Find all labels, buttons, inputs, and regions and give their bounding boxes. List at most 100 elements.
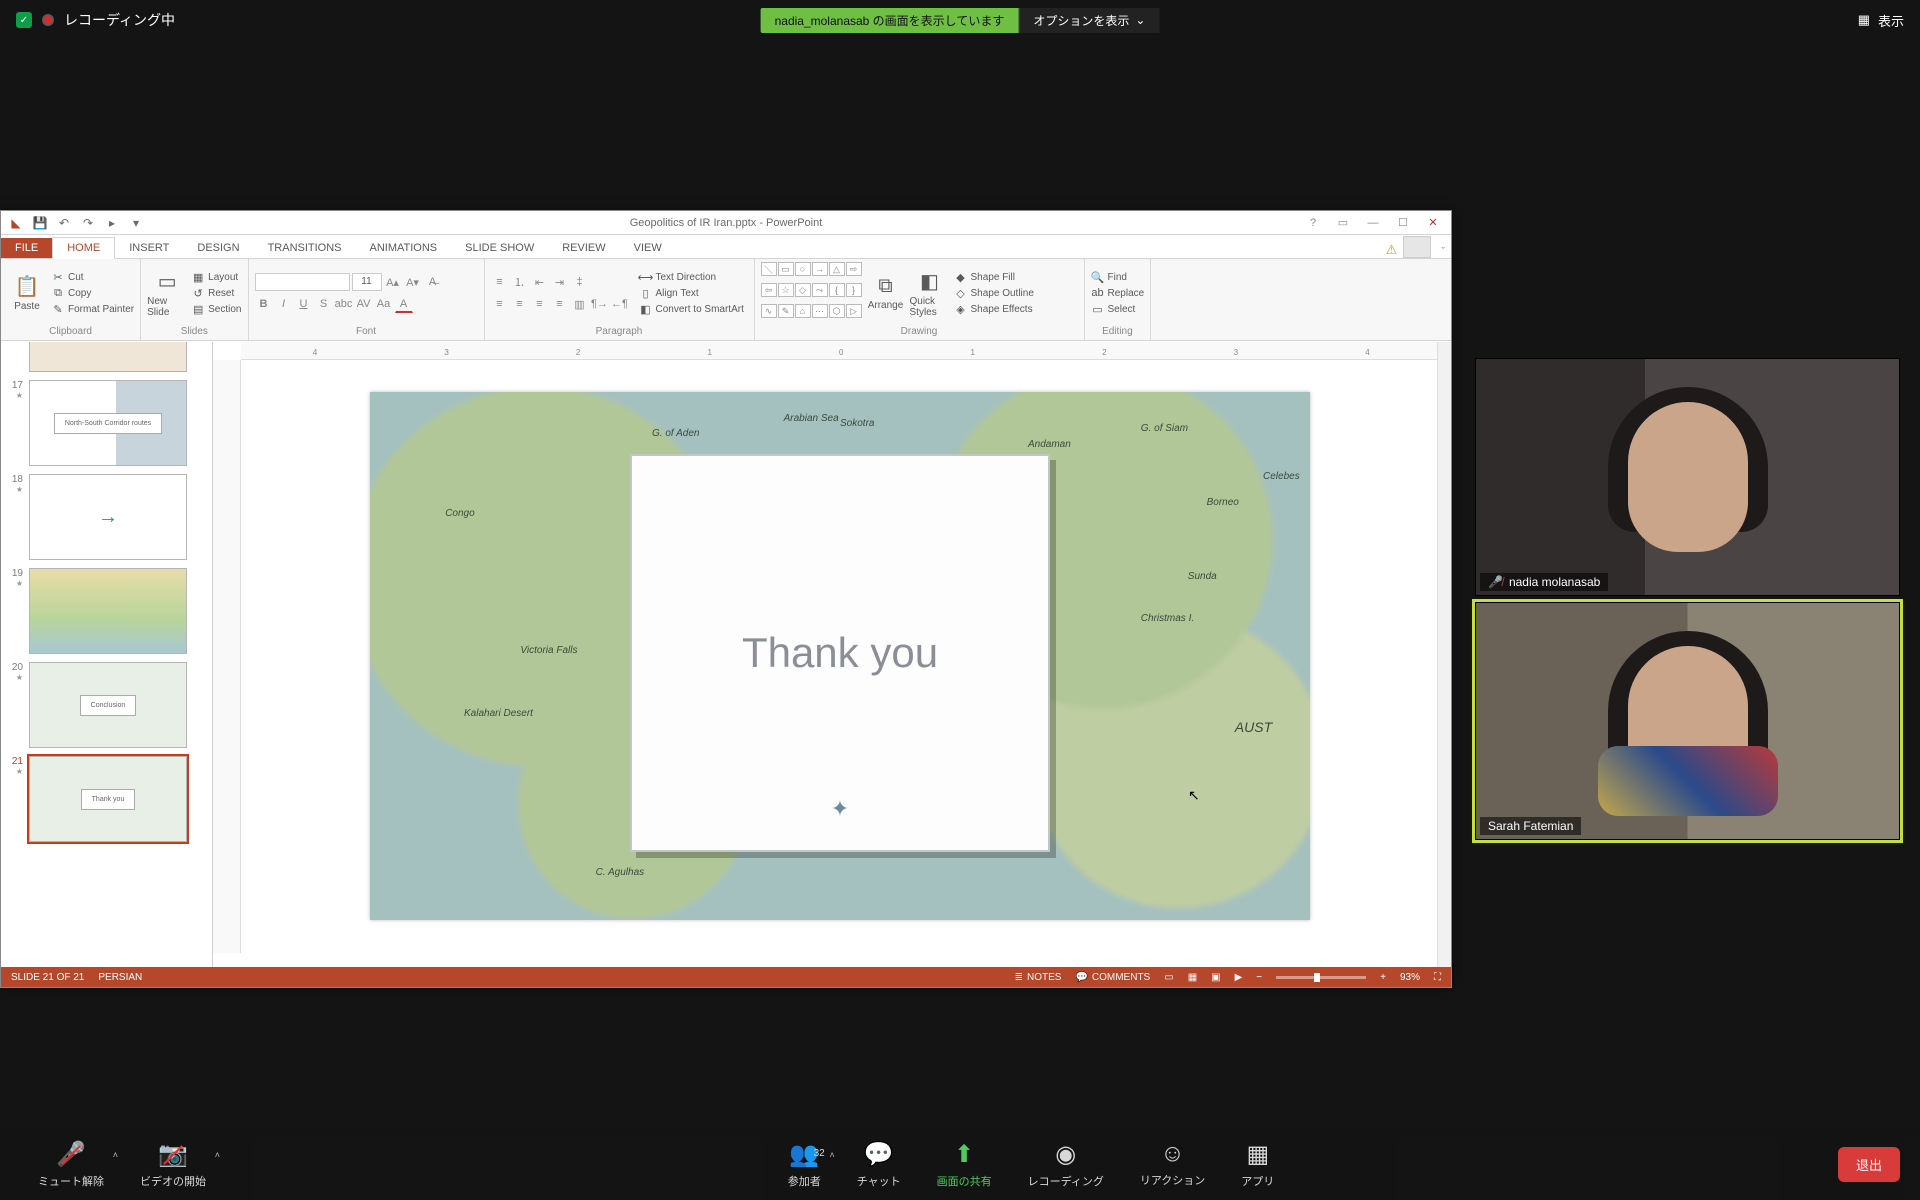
save-icon[interactable]: 💾 [31, 214, 49, 232]
bullets-button[interactable]: ≡ [491, 273, 509, 291]
minimize-icon[interactable]: — [1359, 214, 1387, 232]
help-icon[interactable]: ? [1299, 214, 1327, 232]
apps-button[interactable]: ▦ アプリ [1223, 1140, 1292, 1189]
tab-insert[interactable]: INSERT [115, 238, 183, 258]
shape-diamond-icon[interactable]: ◇ [795, 283, 811, 297]
increase-indent-button[interactable]: ⇥ [551, 273, 569, 291]
shape-star-icon[interactable]: ☆ [778, 283, 794, 297]
slide-thumb-20[interactable]: 20★ Conclusion [7, 662, 206, 748]
bold-button[interactable]: B [255, 295, 273, 313]
select-button[interactable]: ▭Select [1091, 302, 1145, 316]
format-painter-button[interactable]: ✎Format Painter [51, 302, 134, 316]
shape-outline-button[interactable]: ◇Shape Outline [954, 286, 1034, 300]
shape-larrow-icon[interactable]: ⇦ [761, 283, 777, 297]
redo-icon[interactable]: ↷ [79, 214, 97, 232]
justify-button[interactable]: ≡ [551, 295, 569, 313]
video-tile-1[interactable]: 🎤̸ nadia molanasab [1475, 358, 1900, 596]
tab-review[interactable]: REVIEW [548, 238, 619, 258]
zoom-out-button[interactable]: − [1256, 972, 1262, 983]
participants-caret-icon[interactable]: ˄ [829, 1150, 834, 1160]
tab-transitions[interactable]: TRANSITIONS [254, 238, 356, 258]
shape-freeform-icon[interactable]: ✎ [778, 304, 794, 318]
italic-button[interactable]: I [275, 295, 293, 313]
tab-slideshow[interactable]: SLIDE SHOW [451, 238, 548, 258]
zoom-percent[interactable]: 93% [1400, 972, 1420, 983]
encryption-shield-icon[interactable]: ✓ [16, 12, 32, 28]
tab-home[interactable]: HOME [52, 237, 115, 259]
reset-button[interactable]: ↺Reset [191, 286, 241, 300]
ribbon-options-icon[interactable]: ▭ [1329, 214, 1357, 232]
start-from-beginning-icon[interactable]: ▸ [103, 214, 121, 232]
convert-smartart-button[interactable]: ◧Convert to SmartArt [639, 302, 744, 316]
copy-button[interactable]: ⧉Copy [51, 286, 134, 300]
replace-button[interactable]: abReplace [1091, 286, 1145, 300]
section-button[interactable]: ▤Section [191, 302, 241, 316]
zoom-in-button[interactable]: + [1380, 972, 1386, 983]
clear-formatting-icon[interactable]: A̶ [424, 273, 442, 291]
reactions-button[interactable]: ☺ リアクション [1122, 1140, 1223, 1188]
account-avatar[interactable] [1403, 236, 1431, 258]
quick-styles-button[interactable]: ◧Quick Styles [910, 262, 950, 324]
slide-thumb-partial[interactable] [29, 342, 187, 372]
new-slide-button[interactable]: ▭ New Slide [147, 262, 187, 324]
shape-conn-icon[interactable]: ⤳ [812, 283, 828, 297]
comments-button[interactable]: 💬COMMENTS [1075, 972, 1150, 983]
text-direction-rtl-button[interactable]: ←¶ [611, 295, 629, 313]
arrange-button[interactable]: ⧉Arrange [866, 262, 906, 324]
tab-file[interactable]: FILE [1, 238, 52, 258]
paste-button[interactable]: 📋 Paste [7, 262, 47, 324]
normal-view-button[interactable]: ▭ [1164, 972, 1173, 983]
shape-callout-icon[interactable]: ⌂ [795, 304, 811, 318]
find-button[interactable]: 🔍Find [1091, 270, 1145, 284]
slide-thumb-18[interactable]: 18★ → [7, 474, 206, 560]
change-case-button[interactable]: Aa [375, 295, 393, 313]
font-family-combo[interactable] [255, 273, 350, 291]
video-options-caret-icon[interactable]: ˄ [215, 1150, 220, 1160]
tab-animations[interactable]: ANIMATIONS [356, 238, 452, 258]
view-mode-button[interactable]: ▦ 表示 [1858, 11, 1904, 30]
audio-options-caret-icon[interactable]: ˄ [113, 1150, 118, 1160]
strikethrough-button[interactable]: S [315, 295, 333, 313]
line-spacing-button[interactable]: ‡ [571, 273, 589, 291]
shape-oval-icon[interactable]: ○ [795, 262, 811, 276]
slide-editor-area[interactable]: 4 3 2 1 0 1 2 3 4 Arabian Sea G. of Aden [213, 342, 1451, 967]
shape-effects-button[interactable]: ◈Shape Effects [954, 302, 1034, 316]
warning-icon[interactable]: ⚠ [1380, 242, 1404, 258]
text-direction-button[interactable]: ⟷Text Direction [639, 270, 744, 284]
shape-curve-icon[interactable]: ∿ [761, 304, 777, 318]
numbering-button[interactable]: ⒈ [511, 273, 529, 291]
fit-to-window-button[interactable]: ⛶ [1434, 972, 1441, 983]
shape-rbrace-icon[interactable]: } [846, 283, 862, 297]
video-tile-2[interactable]: Sarah Fatemian [1475, 602, 1900, 840]
tab-view[interactable]: VIEW [620, 238, 676, 258]
slide-thumb-17[interactable]: 17★ North-South Corridor routes [7, 380, 206, 466]
chat-button[interactable]: 💬 チャット [839, 1140, 919, 1189]
shapes-gallery[interactable]: ＼ ▭ ○ → △ ⇨ ⇦ ☆ ◇ ⤳ { } ∿ ✎ ⌂ ⋯ ⬡ [761, 262, 862, 324]
columns-button[interactable]: ▥ [571, 295, 589, 313]
collapse-ribbon-icon[interactable]: ˇ [1435, 246, 1451, 258]
shape-line-icon[interactable]: ＼ [761, 262, 777, 276]
share-screen-button[interactable]: ⬆ 画面の共有 [919, 1140, 1010, 1189]
record-button[interactable]: ◉ レコーディング [1010, 1140, 1122, 1189]
shape-lbrace-icon[interactable]: { [829, 283, 845, 297]
decrease-indent-button[interactable]: ⇤ [531, 273, 549, 291]
shape-arrow-icon[interactable]: → [812, 262, 828, 276]
cut-button[interactable]: ✂Cut [51, 270, 134, 284]
start-video-button[interactable]: 📷 ビデオの開始 ˄ [122, 1140, 224, 1189]
notes-button[interactable]: ≣NOTES [1015, 972, 1062, 983]
text-direction-ltr-button[interactable]: ¶→ [591, 295, 609, 313]
align-left-button[interactable]: ≡ [491, 295, 509, 313]
align-center-button[interactable]: ≡ [511, 295, 529, 313]
align-right-button[interactable]: ≡ [531, 295, 549, 313]
vertical-scrollbar[interactable] [1437, 342, 1451, 967]
leave-button[interactable]: 退出 [1838, 1147, 1900, 1182]
increase-font-icon[interactable]: A▴ [384, 273, 402, 291]
font-size-combo[interactable]: 11 [352, 273, 382, 291]
reading-view-button[interactable]: ▣ [1211, 972, 1220, 983]
layout-button[interactable]: ▦Layout [191, 270, 241, 284]
font-color-button[interactable]: A [395, 295, 413, 313]
slide-thumb-19[interactable]: 19★ [7, 568, 206, 654]
close-icon[interactable]: ✕ [1419, 214, 1447, 232]
view-options-button[interactable]: オプションを表示 ⌄ [1018, 8, 1159, 33]
slide-thumb-21[interactable]: 21★ Thank you [7, 756, 206, 842]
